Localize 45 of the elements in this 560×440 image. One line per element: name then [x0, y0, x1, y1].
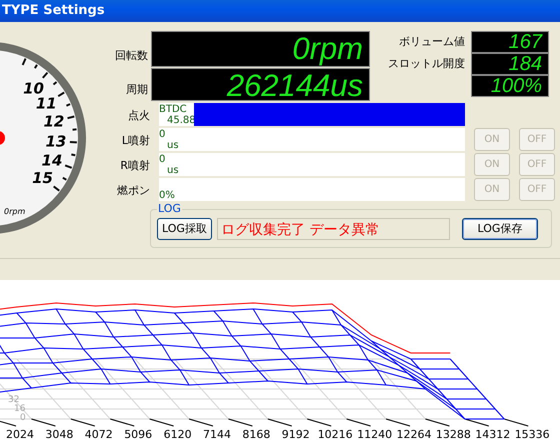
- output-label: L噴射: [120, 133, 150, 149]
- gauge-scale-label: 15: [32, 168, 53, 187]
- y-axis-label: 0: [20, 413, 26, 423]
- sensor-display: 184: [471, 52, 549, 74]
- readout-display: 262144us: [151, 68, 370, 101]
- y-axis-label: 32: [8, 395, 20, 405]
- sensor-display: 167: [471, 30, 549, 52]
- readout-display: 0rpm: [151, 31, 370, 67]
- x-axis-label: 9192: [282, 428, 310, 440]
- sensor-label: スロットル開度: [388, 57, 465, 70]
- gauge-scale-label: 11: [36, 94, 57, 112]
- gauge-scale-label: 10: [23, 79, 44, 98]
- y-axis-label: 16: [14, 404, 26, 414]
- log-group-title: LOG: [157, 202, 182, 215]
- readout-label: 回転数: [114, 48, 149, 64]
- gauge-unit-label: 0rpm: [4, 207, 26, 216]
- x-axis-label: 6120: [164, 428, 192, 440]
- output-reading: 0 us: [159, 128, 180, 151]
- sensor-display: 100%: [471, 74, 549, 96]
- x-axis-label: 14312: [475, 428, 510, 440]
- gauge-scale-label: 12: [44, 112, 64, 131]
- sensor-label: ボリューム値: [399, 35, 465, 48]
- x-axis-label: 8168: [242, 428, 270, 440]
- readout-label: 周期: [125, 82, 149, 98]
- log-status-field: ログ収集完了 データ異常: [216, 218, 450, 240]
- gauge-scale-label: 14: [42, 152, 62, 170]
- x-axis-label: 7144: [203, 428, 231, 440]
- x-axis-label: 13288: [436, 428, 471, 440]
- output-label: 点火: [127, 108, 150, 124]
- log-save-button[interactable]: LOG保存: [462, 218, 538, 240]
- x-axis-label: 5096: [124, 428, 152, 440]
- x-axis-label: 11240: [357, 428, 392, 440]
- x-axis-label: 3048: [45, 428, 74, 440]
- x-axis-label: 2024: [6, 428, 34, 440]
- window-title: TYPE Settings: [0, 0, 560, 22]
- output-label: 燃ポン: [116, 183, 150, 199]
- output-reading: 0 us: [159, 153, 180, 176]
- x-axis-label: 4072: [84, 428, 113, 440]
- output-label: R噴射: [119, 158, 150, 174]
- x-axis-label: 15336: [514, 428, 550, 440]
- x-axis-label: 10216: [318, 428, 353, 440]
- gauge-scale-label: 13: [45, 132, 66, 150]
- output-reading: 0%: [159, 189, 176, 201]
- x-axis-label: 12264: [396, 428, 432, 440]
- log-capture-button[interactable]: LOG採取: [157, 218, 212, 240]
